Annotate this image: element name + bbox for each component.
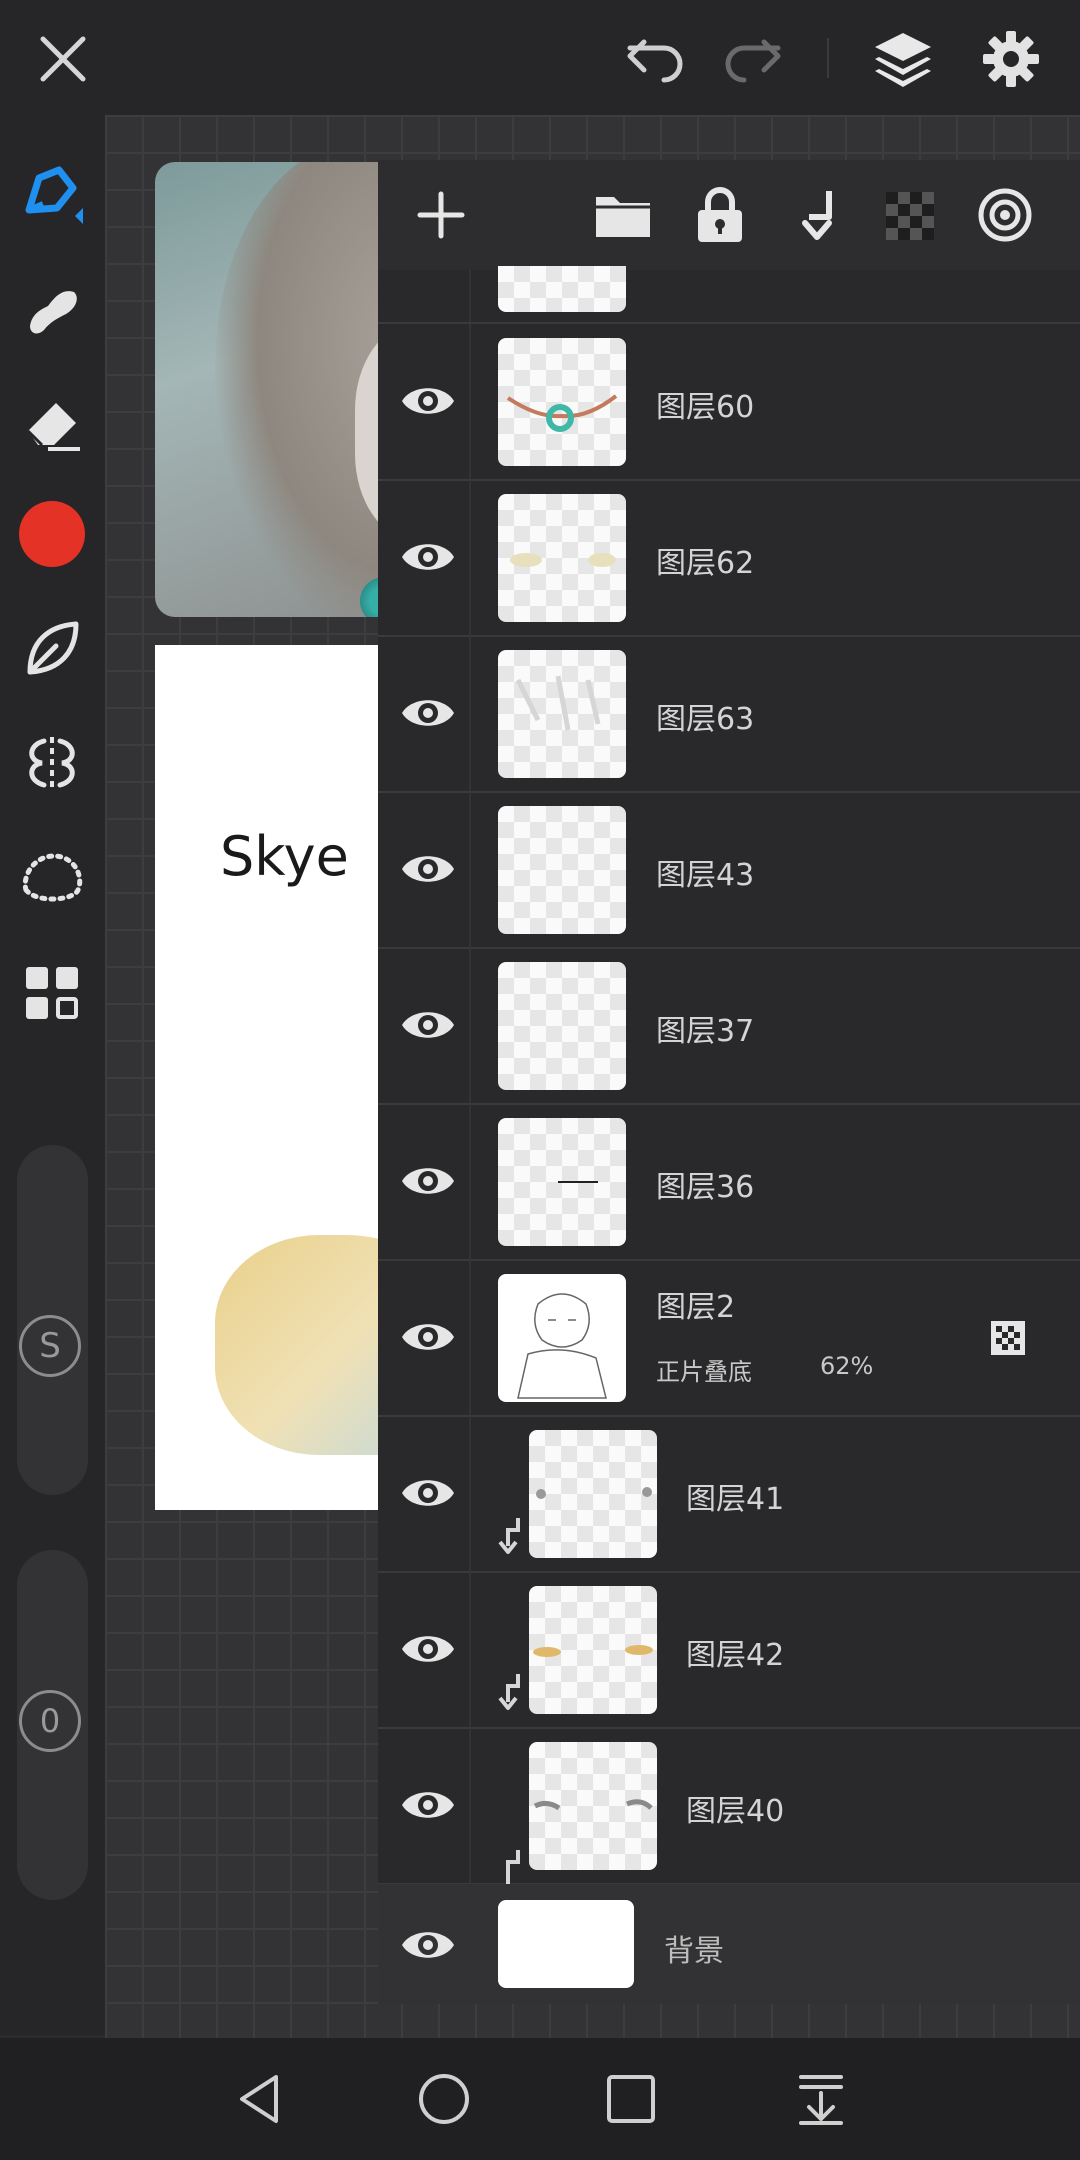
layer-thumbnail	[498, 338, 626, 466]
blend-mode-label: 正片叠底	[656, 1358, 752, 1386]
smudge-icon[interactable]	[14, 270, 90, 346]
signature-text: Skye	[220, 825, 349, 888]
layer-name: 图层37	[656, 1014, 755, 1049]
layer-row[interactable]: 图层60	[378, 324, 1080, 481]
gear-icon[interactable]	[975, 26, 1047, 92]
layer-row[interactable]: 图层41	[378, 1416, 1080, 1573]
brush-size-slider[interactable]: S	[17, 1145, 88, 1495]
lock-icon[interactable]	[688, 182, 752, 248]
clipping-mask-icon	[498, 1674, 520, 1710]
layer-row[interactable]: 图层40	[378, 1728, 1080, 1888]
redo-icon[interactable]	[716, 30, 788, 90]
layer-row[interactable]: 图层43	[378, 792, 1080, 949]
visibility-eye-icon[interactable]	[398, 1312, 458, 1362]
merge-down-icon[interactable]	[784, 182, 848, 248]
layer-thumbnail	[498, 1274, 626, 1402]
home-icon[interactable]	[409, 2064, 479, 2134]
visibility-eye-icon[interactable]	[398, 1000, 458, 1050]
layer-thumbnail	[529, 1742, 657, 1870]
layer-row[interactable]: 图层2 正片叠底 62%	[378, 1260, 1080, 1417]
layer-thumbnail	[498, 266, 626, 312]
layer-name: 图层62	[656, 546, 755, 581]
opacity-slider[interactable]: 0	[17, 1550, 88, 1900]
layer-thumbnail	[498, 650, 626, 778]
close-icon[interactable]	[30, 28, 96, 90]
folder-icon[interactable]	[590, 184, 656, 246]
layer-thumbnail	[498, 962, 626, 1090]
layer-row[interactable]: 图层62	[378, 480, 1080, 637]
opacity-label: 0	[39, 1702, 61, 1740]
brush-size-label: S	[39, 1326, 61, 1366]
layer-thumbnail	[498, 806, 626, 934]
symmetry-icon[interactable]	[14, 725, 90, 801]
layer-name: 图层36	[656, 1170, 755, 1205]
layer-thumbnail	[529, 1586, 657, 1714]
layer-thumbnail	[529, 1430, 657, 1558]
alpha-lock-badge-icon[interactable]	[986, 1316, 1030, 1360]
top-toolbar	[0, 0, 1080, 115]
layer-name: 图层2	[656, 1290, 736, 1325]
layer-mask-icon[interactable]	[972, 182, 1038, 248]
tool-sidebar: S 0	[0, 115, 105, 2035]
layer-row[interactable]: 图层37	[378, 948, 1080, 1105]
layer-row-partial[interactable]	[378, 266, 1080, 324]
layer-row[interactable]: 图层36	[378, 1104, 1080, 1261]
layer-name: 图层60	[656, 390, 755, 425]
layers-toolbar	[378, 160, 1080, 270]
color-swatch[interactable]	[19, 501, 85, 567]
layer-row-background[interactable]: 背景	[378, 1884, 1080, 2004]
layers-panel: 图层60 图层62 图层63 图层43 图层37 图层36 图层2 正片叠底 6…	[378, 160, 1080, 2004]
eraser-icon[interactable]	[14, 385, 90, 461]
undo-icon[interactable]	[620, 30, 692, 90]
back-icon[interactable]	[225, 2064, 295, 2134]
layer-thumbnail	[498, 494, 626, 622]
layer-row[interactable]: 图层63	[378, 636, 1080, 793]
layer-row[interactable]: 图层42	[378, 1572, 1080, 1729]
toolbar-separator	[827, 38, 829, 78]
layer-name: 背景	[664, 1934, 724, 1969]
alpha-lock-icon[interactable]	[878, 184, 942, 248]
visibility-eye-icon[interactable]	[398, 376, 458, 426]
layer-thumbnail	[498, 1118, 626, 1246]
grid-tools-icon[interactable]	[14, 955, 90, 1031]
recents-icon[interactable]	[596, 2064, 666, 2134]
visibility-eye-icon[interactable]	[398, 532, 458, 582]
clipping-mask-icon	[498, 1518, 520, 1554]
layers-icon[interactable]	[866, 24, 940, 94]
system-nav-bar	[0, 2038, 1080, 2160]
visibility-eye-icon[interactable]	[398, 1780, 458, 1830]
notification-pull-icon[interactable]	[786, 2064, 856, 2134]
layer-name: 图层41	[686, 1482, 785, 1517]
lasso-select-icon[interactable]	[14, 840, 90, 916]
layer-opacity-label: 62%	[820, 1352, 874, 1380]
visibility-eye-icon[interactable]	[398, 688, 458, 738]
layer-name: 图层42	[686, 1638, 785, 1673]
opacity-handle[interactable]: 0	[19, 1690, 81, 1752]
visibility-eye-icon[interactable]	[398, 1624, 458, 1674]
brush-size-handle[interactable]: S	[19, 1315, 81, 1377]
clipping-mask-icon	[506, 1850, 520, 1888]
visibility-eye-icon[interactable]	[398, 1468, 458, 1518]
layer-name: 图层40	[686, 1794, 785, 1829]
layer-thumbnail	[498, 1900, 634, 1988]
visibility-eye-icon[interactable]	[398, 1156, 458, 1206]
add-layer-icon[interactable]	[408, 182, 474, 248]
pen-tool-icon[interactable]	[14, 155, 90, 231]
leaf-brush-icon[interactable]	[14, 610, 90, 686]
layer-name: 图层63	[656, 702, 755, 737]
layer-name: 图层43	[656, 858, 755, 893]
visibility-eye-icon[interactable]	[398, 844, 458, 894]
visibility-eye-icon[interactable]	[398, 1920, 458, 1970]
